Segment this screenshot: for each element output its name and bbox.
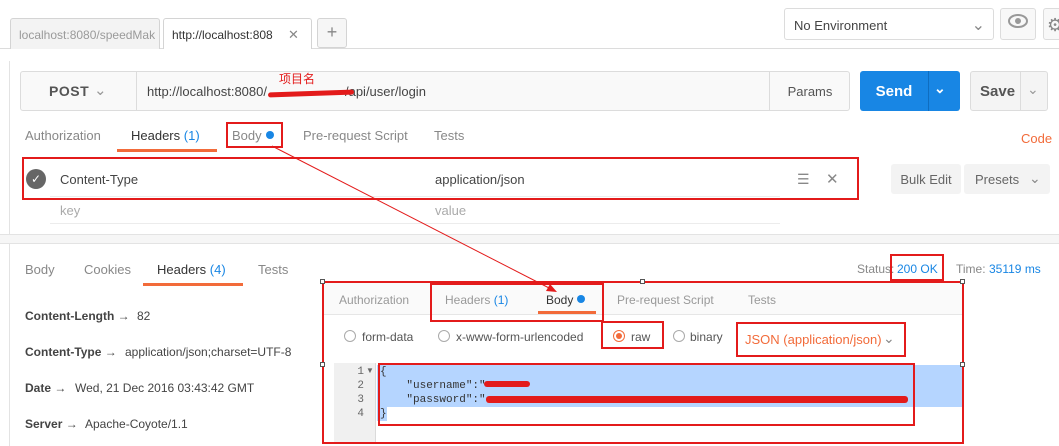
resize-handle xyxy=(640,279,645,284)
resize-handle xyxy=(960,362,965,367)
annotation-arrow xyxy=(271,145,557,292)
resize-handle xyxy=(960,279,965,284)
resize-handle xyxy=(320,279,325,284)
resize-handle xyxy=(320,362,325,367)
